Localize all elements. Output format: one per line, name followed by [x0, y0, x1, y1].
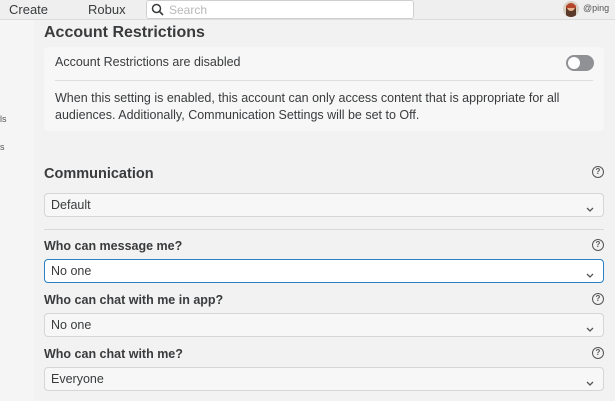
message-me-help-icon[interactable]: ? [592, 239, 604, 251]
communication-title: Communication [44, 166, 154, 182]
chat-with-me-select[interactable]: Everyone [44, 367, 604, 391]
toggle-knob [568, 57, 580, 69]
chevron-down-icon [585, 375, 595, 393]
sidebar-item-partial-2[interactable]: s [0, 142, 5, 152]
sidebar-item-partial-1[interactable]: ls [0, 114, 7, 124]
chat-with-me-help-icon[interactable]: ? [592, 347, 604, 359]
sidebar: ls s [0, 20, 34, 401]
select-value: Default [51, 198, 91, 212]
communication-preset-select[interactable]: Default [44, 193, 604, 217]
chat-with-me-label: Who can chat with me? [44, 347, 183, 361]
chevron-down-icon [585, 267, 595, 285]
select-value: Everyone [51, 372, 104, 386]
chat-in-app-label: Who can chat with me in app? [44, 293, 224, 307]
select-value: No one [51, 264, 92, 278]
account-restrictions-description: When this setting is enabled, this accou… [55, 91, 560, 122]
top-navigation-bar: Create Robux @ping [0, 0, 615, 20]
search-box[interactable] [146, 0, 414, 19]
account-restrictions-status: Account Restrictions are disabled [55, 55, 241, 69]
nav-robux-link[interactable]: Robux [88, 2, 126, 17]
message-me-label: Who can message me? [44, 239, 183, 253]
communication-help-icon[interactable]: ? [592, 166, 604, 178]
divider [44, 229, 604, 230]
account-restrictions-card: Account Restrictions are disabled When t… [44, 47, 604, 131]
account-restrictions-toggle[interactable] [566, 55, 594, 71]
chevron-down-icon [585, 201, 595, 219]
divider [55, 80, 593, 81]
chat-in-app-help-icon[interactable]: ? [592, 293, 604, 305]
search-icon [151, 3, 164, 21]
chevron-down-icon [585, 321, 595, 339]
nav-create-link[interactable]: Create [9, 2, 48, 17]
username-label[interactable]: @ping [583, 3, 609, 13]
search-input[interactable] [169, 1, 399, 18]
message-me-select[interactable]: No one [44, 259, 604, 283]
account-restrictions-title: Account Restrictions [44, 24, 205, 41]
avatar[interactable] [563, 1, 579, 17]
chat-in-app-select[interactable]: No one [44, 313, 604, 337]
select-value: No one [51, 318, 92, 332]
